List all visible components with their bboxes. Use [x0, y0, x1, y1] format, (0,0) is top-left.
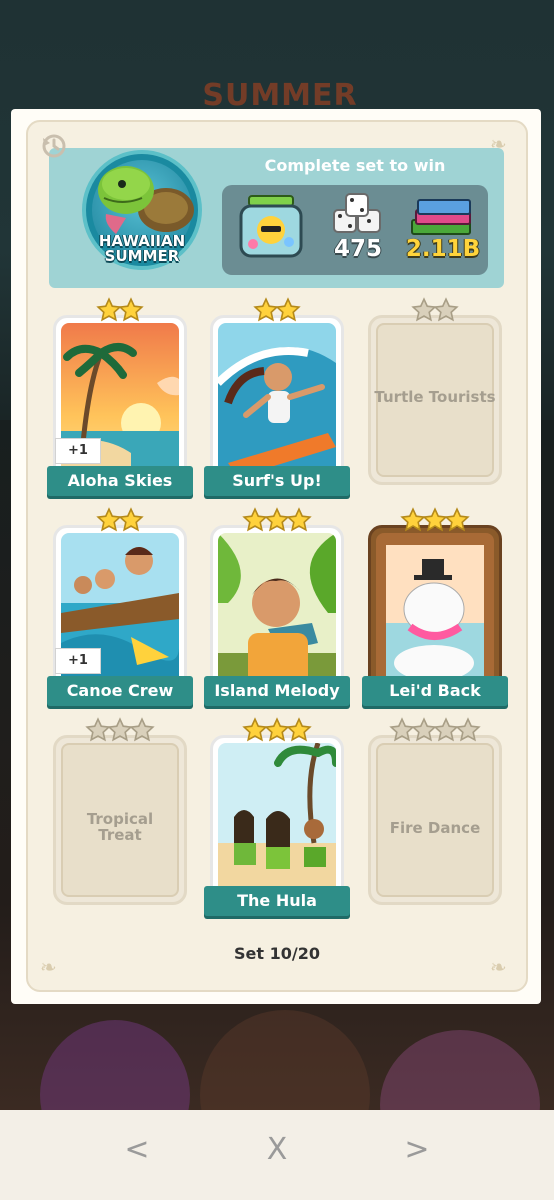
complete-set-label: Complete set to win [264, 156, 446, 175]
corner-ornament: ❧ [40, 955, 57, 979]
card-stars [210, 297, 344, 325]
card-fire-dance[interactable]: Fire Dance [368, 717, 502, 905]
card-stars [210, 507, 344, 535]
card-stars [210, 717, 344, 745]
card-art-island-melody [218, 533, 336, 687]
star-icon [433, 297, 459, 322]
close-button[interactable]: X [252, 1128, 302, 1172]
card-name: Turtle Tourists [374, 388, 496, 406]
card-art-leid-back [376, 533, 494, 687]
card-stars [53, 297, 187, 325]
card-name: Fire Dance [389, 819, 481, 837]
card-art-the-hula [218, 743, 336, 897]
star-icon [444, 507, 470, 532]
star-icon [286, 507, 312, 532]
card-name: Canoe Crew [47, 676, 193, 706]
card-name: Lei'd Back [362, 676, 508, 706]
card-stars [53, 507, 187, 535]
cash-reward-value: 2.11B [405, 236, 481, 262]
card-stars [53, 717, 187, 745]
card-name: Aloha Skies [47, 466, 193, 496]
card-name: Island Melody [204, 676, 350, 706]
card-name: Surf's Up! [204, 466, 350, 496]
dice-reward-value: 475 [333, 236, 382, 262]
previous-set-button[interactable]: < [112, 1128, 162, 1172]
set-counter: Set 10/20 [234, 944, 320, 963]
card-tropical-treat[interactable]: Tropical Treat [53, 717, 187, 905]
dice-icon [330, 192, 384, 238]
card-canoe-crew[interactable]: +1 Canoe Crew [47, 507, 193, 706]
star-icon [286, 717, 312, 742]
corner-ornament: ❧ [490, 955, 507, 979]
card-name: Tropical Treat [86, 810, 154, 844]
star-icon [118, 297, 144, 322]
card-stars [368, 717, 502, 745]
set-badge-title: HAWAIIAN SUMMER [98, 232, 186, 265]
star-icon [129, 717, 155, 742]
card-aloha-skies[interactable]: +1 Aloha Skies [47, 297, 193, 496]
card-leid-back[interactable]: Lei'd Back [362, 507, 508, 706]
card-art-surfs-up [218, 323, 336, 477]
card-stars [368, 507, 502, 535]
star-icon [118, 507, 144, 532]
card-the-hula[interactable]: The Hula [204, 717, 350, 916]
duplicate-count-badge: +1 [55, 648, 101, 674]
sticker-jar-icon [235, 192, 307, 262]
history-icon[interactable] [38, 130, 68, 160]
card-surfs-up[interactable]: Surf's Up! [204, 297, 350, 496]
background-event-title: SUMMER [202, 78, 358, 113]
card-island-melody[interactable]: Island Melody [204, 507, 350, 706]
next-set-button[interactable]: > [392, 1128, 442, 1172]
card-turtle-tourists[interactable]: Turtle Tourists [368, 297, 502, 485]
star-icon [455, 717, 481, 742]
cash-stack-icon [408, 196, 474, 238]
star-icon [275, 297, 301, 322]
card-stars [368, 297, 502, 325]
duplicate-count-badge: +1 [55, 438, 101, 464]
card-name: The Hula [204, 886, 350, 916]
